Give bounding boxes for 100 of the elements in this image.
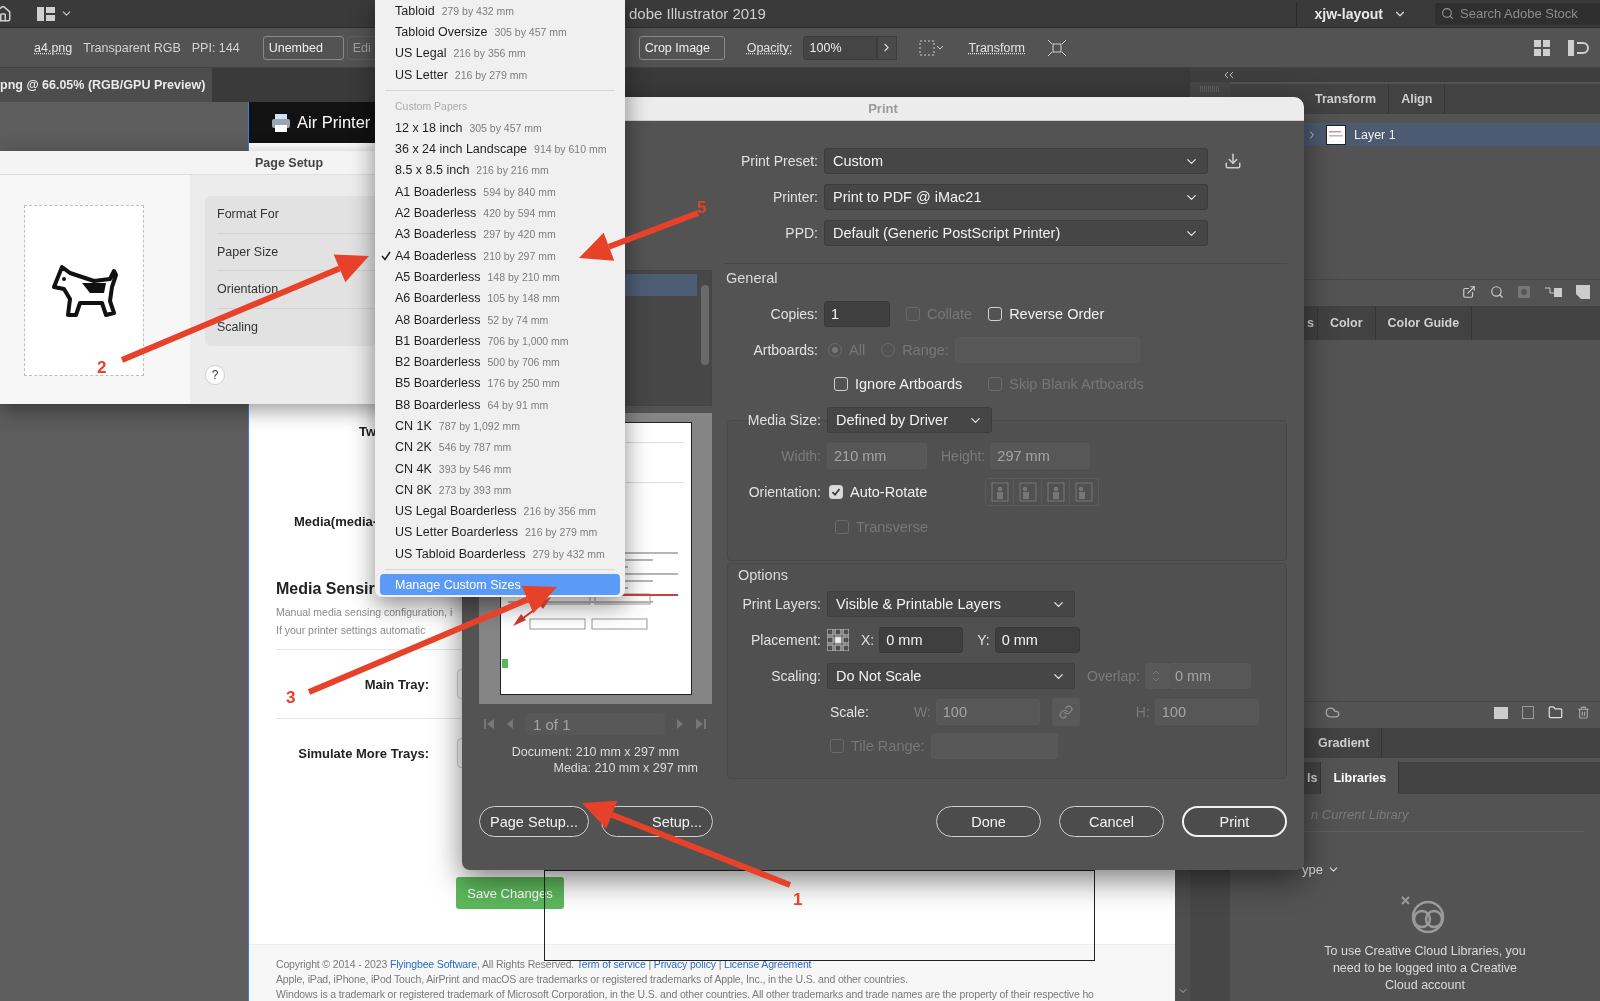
- panel-tab[interactable]: Libraries: [1321, 762, 1400, 794]
- opacity-field[interactable]: 100%: [802, 35, 877, 60]
- dropdown[interactable]: Print to PDF @ iMac21: [824, 184, 1208, 210]
- fit-frame-icon[interactable]: [1047, 38, 1068, 57]
- field-label: Print Layers:: [741, 596, 822, 612]
- menu-item[interactable]: B2 Boarderless 500 by 706 mm: [375, 351, 625, 373]
- menu-item[interactable]: B1 Boarderless 706 by 1,000 mm: [375, 330, 625, 352]
- opacity-label[interactable]: Opacity:: [746, 40, 793, 55]
- ppi-label: PPI: 144: [191, 40, 240, 55]
- opacity-stepper[interactable]: [876, 35, 897, 60]
- media-size-dropdown[interactable]: Defined by Driver: [827, 407, 992, 433]
- field-label: Print Preset:: [739, 153, 819, 169]
- annotation-number: 5: [697, 198, 707, 218]
- help-button[interactable]: ?: [205, 365, 225, 385]
- dialog-button[interactable]: Done: [936, 806, 1041, 837]
- menu-item[interactable]: CN 4K 393 by 546 mm: [375, 457, 625, 480]
- previous-page-icon[interactable]: [505, 718, 515, 730]
- auto-rotate-checkbox[interactable]: Auto-Rotate: [829, 484, 928, 500]
- collapse-icon[interactable]: [1224, 71, 1234, 79]
- workspace-grid-icon[interactable]: [37, 6, 55, 21]
- menu-item[interactable]: A8 Boarderless 52 by 74 mm: [375, 308, 625, 331]
- stepper-arrows-icon: [1152, 669, 1161, 683]
- mask-icon[interactable]: [1518, 285, 1530, 298]
- export-icon[interactable]: [1462, 284, 1476, 299]
- first-page-icon[interactable]: [483, 718, 495, 730]
- menu-item[interactable]: B8 Boarderless 64 by 91 mm: [375, 394, 625, 416]
- grip-icon[interactable]: [1199, 86, 1221, 92]
- x-field[interactable]: 0 mm: [879, 627, 964, 653]
- printer-icon: [271, 112, 291, 133]
- color-mode-label: Transparent RGB: [83, 40, 181, 55]
- dropdown[interactable]: Custom: [824, 148, 1208, 174]
- placement-grid-icon[interactable]: [827, 629, 849, 651]
- dialog-button[interactable]: Page Setup...: [479, 806, 589, 837]
- orientation-icon: [1018, 482, 1037, 502]
- align-grid-icon[interactable]: [918, 38, 945, 57]
- panel-tab[interactable]: ls: [1304, 762, 1322, 794]
- align-icon[interactable]: [1568, 39, 1591, 56]
- stock-search-field[interactable]: Search Adobe Stock: [1435, 2, 1600, 25]
- footer-link[interactable]: License Agreement: [724, 958, 812, 970]
- menu-item[interactable]: US Letter Boarderless 216 by 279 mm: [375, 521, 625, 544]
- y-field[interactable]: 0 mm: [994, 627, 1080, 653]
- layer-thumbnail: [1326, 124, 1346, 145]
- trash-icon[interactable]: [1577, 706, 1590, 719]
- copies-field[interactable]: 1: [824, 301, 890, 327]
- menu-item[interactable]: CN 2K 546 by 787 mm: [375, 436, 625, 458]
- menu-item[interactable]: A6 Boarderless 105 by 148 mm: [375, 287, 625, 309]
- menu-item[interactable]: A3 Boaderless 297 by 420 mm: [375, 223, 625, 245]
- print-layers-dropdown[interactable]: Visible & Printable Layers: [827, 591, 1075, 617]
- field-label: Placement:: [749, 632, 822, 648]
- libraries-message: To use Creative Cloud Libraries, you need to be logged into a Creative Cloud account: [1323, 943, 1527, 994]
- last-page-icon[interactable]: [695, 718, 707, 730]
- document-tab[interactable]: png @ 66.05% (RGB/GPU Preview): [0, 68, 212, 102]
- type-filter-dropdown[interactable]: ype: [1302, 862, 1340, 877]
- sublayer-icon[interactable]: [1544, 285, 1562, 298]
- menu-item[interactable]: A5 Boarderless 148 by 210 mm: [375, 266, 625, 288]
- folder-icon[interactable]: [1548, 705, 1563, 720]
- menu-item[interactable]: US Legal Boarderless 216 by 356 mm: [375, 500, 625, 522]
- field-label: Scaling:: [770, 668, 822, 684]
- grid-icon[interactable]: [1534, 39, 1551, 56]
- file-link[interactable]: a4.png: [34, 40, 73, 55]
- new-layer-icon[interactable]: [1576, 284, 1590, 299]
- menu-item[interactable]: US Letter 216 by 279 mm: [375, 63, 625, 86]
- field-label: Scale:: [830, 704, 870, 720]
- download-icon[interactable]: [1224, 152, 1242, 170]
- menu-item[interactable]: Tabloid Oversize 305 by 457 mm: [375, 21, 625, 43]
- menu-item[interactable]: A1 Boaderless 594 by 840 mm: [375, 181, 625, 203]
- menu-item[interactable]: A2 Boaderless 420 by 594 mm: [375, 202, 625, 224]
- library-view-icon[interactable]: [1494, 706, 1508, 719]
- menu-item[interactable]: CN 8K 273 by 393 mm: [375, 479, 625, 501]
- orientation-icon: [990, 482, 1009, 502]
- dialog-button[interactable]: Print: [1182, 806, 1287, 837]
- search-placeholder: Search Adobe Stock: [1460, 6, 1578, 21]
- panel-tab[interactable]: s: [1304, 306, 1318, 340]
- menu-item[interactable]: A4 Boaderless 210 by 297 mm: [375, 244, 625, 267]
- transform-link[interactable]: Transform: [968, 40, 1026, 55]
- menu-item[interactable]: Tabloid 279 by 432 mm: [375, 0, 625, 22]
- brand-name[interactable]: Air Printer: [297, 113, 371, 132]
- scaling-dropdown[interactable]: Do Not Scale: [827, 663, 1075, 689]
- next-page-icon[interactable]: [675, 718, 685, 730]
- home-icon[interactable]: [0, 4, 12, 23]
- workspace-switcher[interactable]: xjw-layout: [1295, 1, 1413, 26]
- media-size-info: Media: 210 mm x 297 mm: [553, 760, 698, 776]
- menu-item[interactable]: US Tabloid Boarderless 279 by 432 mm: [375, 543, 625, 565]
- cloud-icon[interactable]: [1325, 705, 1340, 720]
- dialog-button[interactable]: Cancel: [1059, 806, 1164, 837]
- crop-image-button[interactable]: Crop Image: [638, 35, 725, 60]
- document-icon[interactable]: [1522, 706, 1534, 719]
- document-size: Document: 210 mm x 297 mm: [511, 744, 680, 760]
- link-proportions-button[interactable]: [1051, 698, 1080, 726]
- reverse-order-checkbox[interactable]: Reverse Order: [988, 306, 1105, 322]
- menu-item[interactable]: CN 1K 787 by 1,092 mm: [375, 415, 625, 437]
- ignore-artboards-checkbox[interactable]: Ignore Artboards: [834, 376, 963, 392]
- dropdown[interactable]: Default (Generic PostScript Printer): [824, 220, 1208, 246]
- field-label: PPD:: [784, 225, 819, 241]
- menu-item[interactable]: B5 Boarderless 176 by 250 mm: [375, 372, 625, 395]
- menu-item[interactable]: US Legal 216 by 356 mm: [375, 42, 625, 64]
- toolbar-button[interactable]: Unembed: [262, 35, 344, 60]
- section-description: Manual media sensing configuration, i: [276, 605, 453, 620]
- search-icon[interactable]: [1490, 284, 1504, 299]
- field-label: Media Size:: [746, 412, 822, 428]
